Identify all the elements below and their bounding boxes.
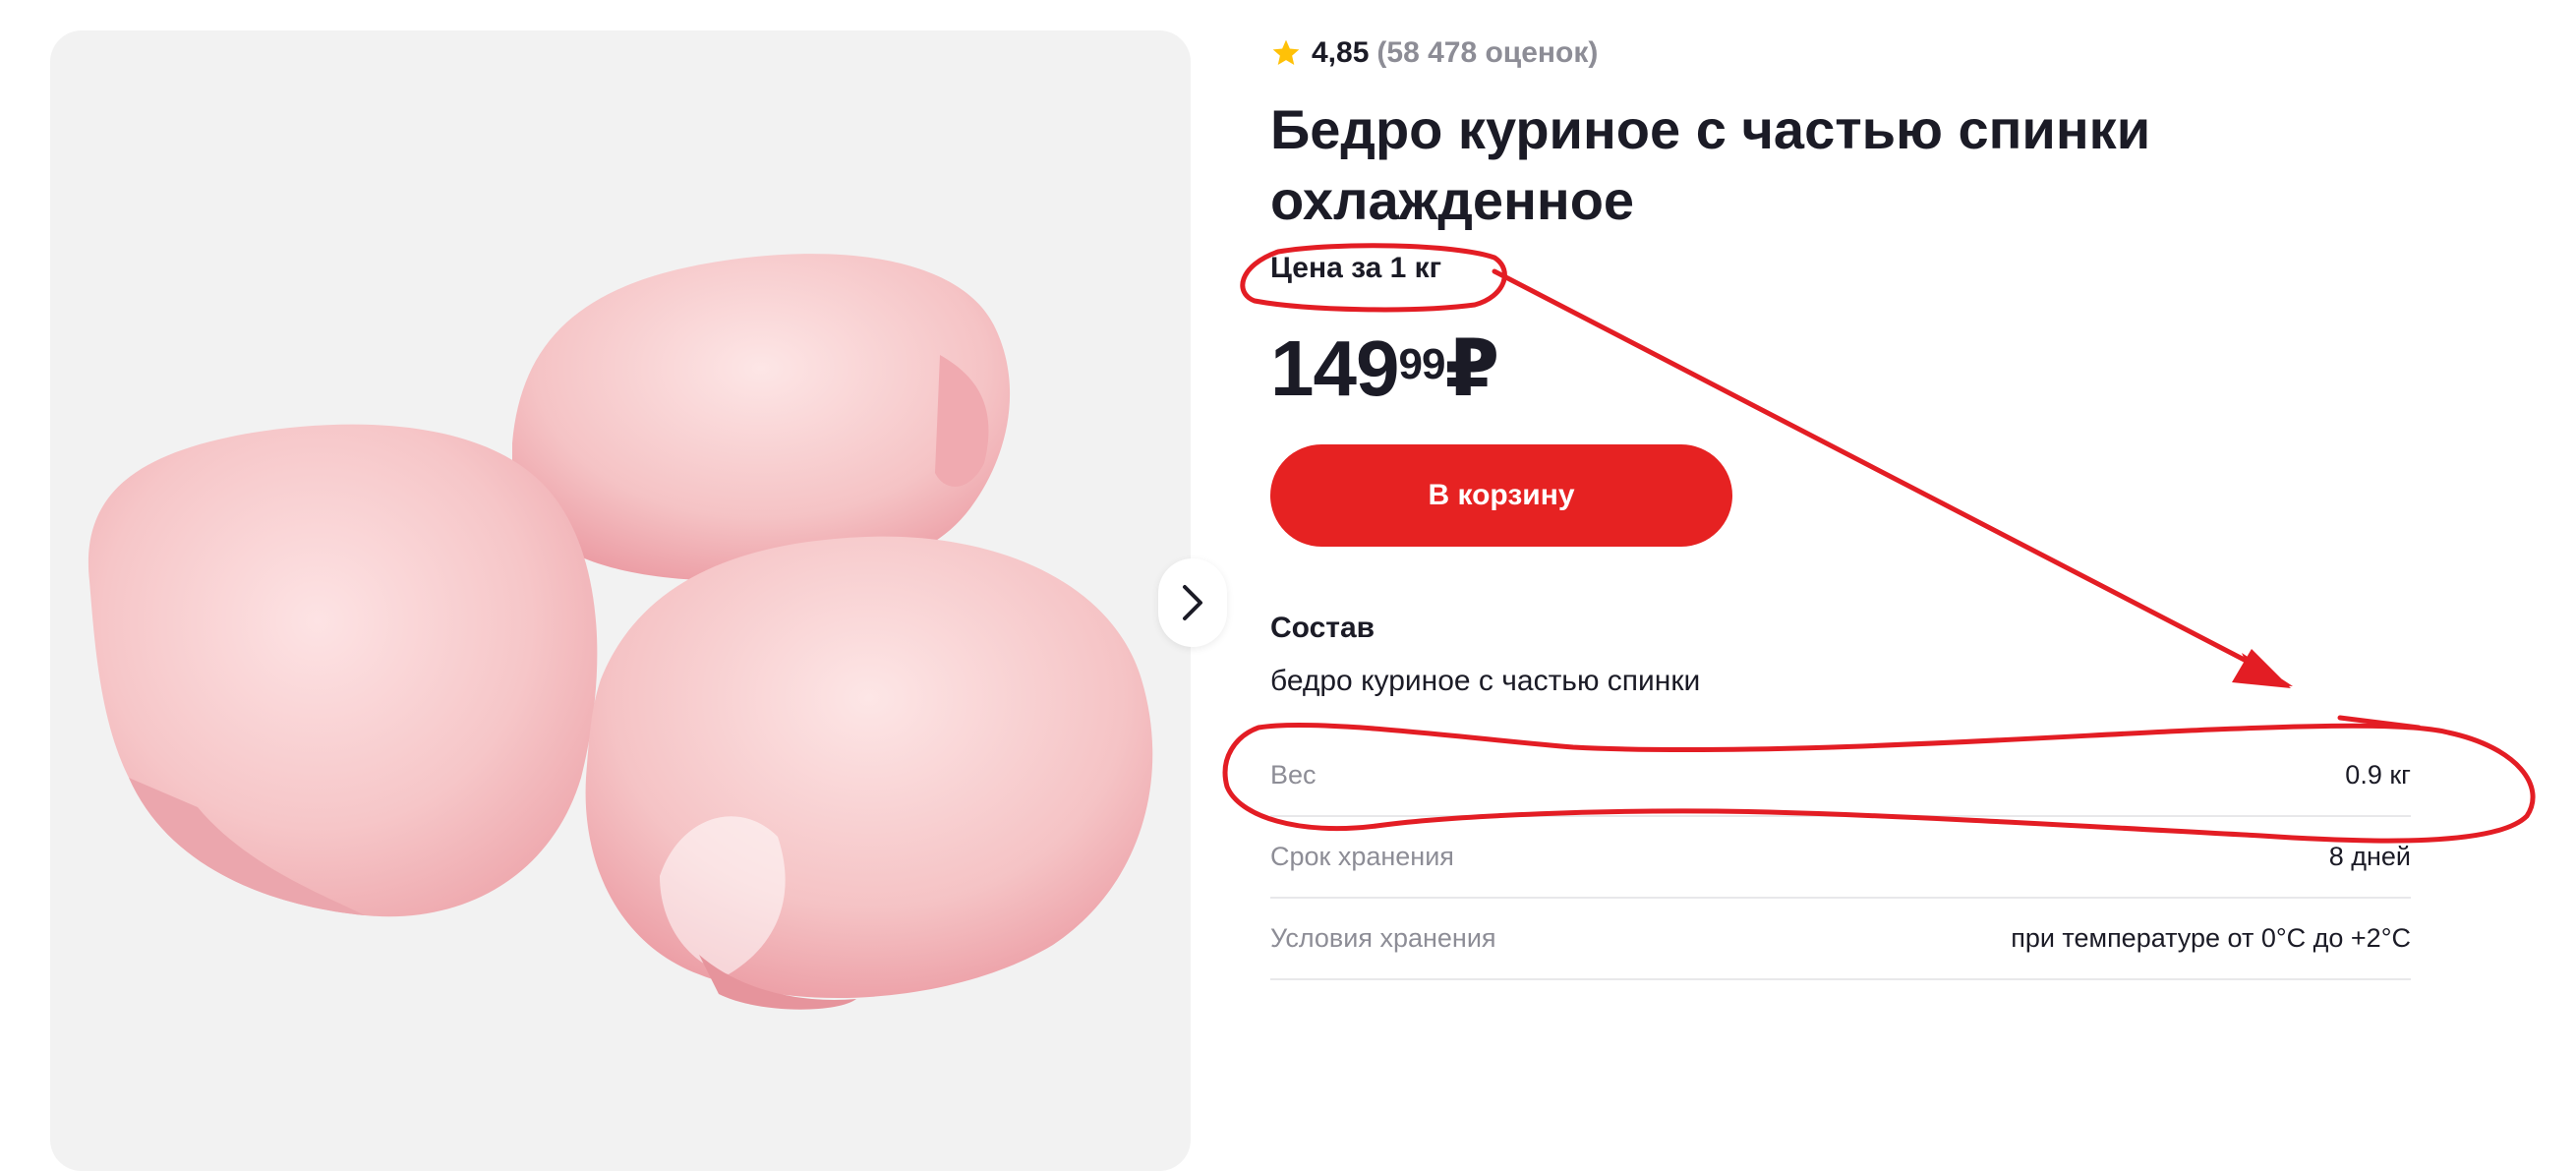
annotation-stroke (2337, 715, 2422, 731)
rating-count[interactable]: (58 478 оценок) (1376, 36, 1598, 70)
composition-heading: Состав (1270, 612, 1376, 644)
spec-row-storage: Условия хранения при температуре от 0°C … (1270, 899, 2411, 980)
spec-row-shelf-life: Срок хранения 8 дней (1270, 817, 2411, 899)
specs-table: Вес 0.9 кг Срок хранения 8 дней Условия … (1270, 735, 2411, 980)
spec-value: 8 дней (2328, 842, 2411, 871)
composition-text: бедро куриное с частью спинки (1270, 665, 1701, 697)
product-title: Бедро куриное с частью спинки охлажденно… (1270, 94, 2352, 236)
spec-value: при температуре от 0°C до +2°C (2011, 923, 2411, 953)
rating-value: 4,85 (1312, 36, 1370, 69)
product-title-line1: Бедро куриное с частью спинки (1270, 98, 2151, 160)
chevron-right-icon (1183, 585, 1202, 620)
rating[interactable]: 4,85 (58 478 оценок) (1270, 33, 1598, 73)
product-image-card[interactable] (50, 30, 1191, 1171)
price: 14999₽ (1270, 324, 1499, 413)
star-icon (1272, 39, 1300, 65)
spec-value: 0.9 кг (2345, 760, 2411, 790)
product-image (88, 254, 1153, 1010)
spec-key: Вес (1270, 760, 1317, 790)
add-to-cart-button[interactable]: В корзину (1270, 444, 1732, 547)
annotation-arrowhead (2232, 649, 2293, 688)
spec-key: Условия хранения (1270, 923, 1496, 953)
spec-row-weight: Вес 0.9 кг (1270, 735, 2411, 817)
product-title-line2: охлажденное (1270, 169, 1635, 231)
price-unit-label: Цена за 1 кг (1270, 252, 1442, 284)
gallery-next-button[interactable] (1158, 558, 1227, 647)
spec-key: Срок хранения (1270, 842, 1454, 871)
price-fraction: 99 (1398, 340, 1445, 388)
price-integer: 149 (1270, 324, 1399, 412)
currency-sign: ₽ (1444, 324, 1499, 412)
